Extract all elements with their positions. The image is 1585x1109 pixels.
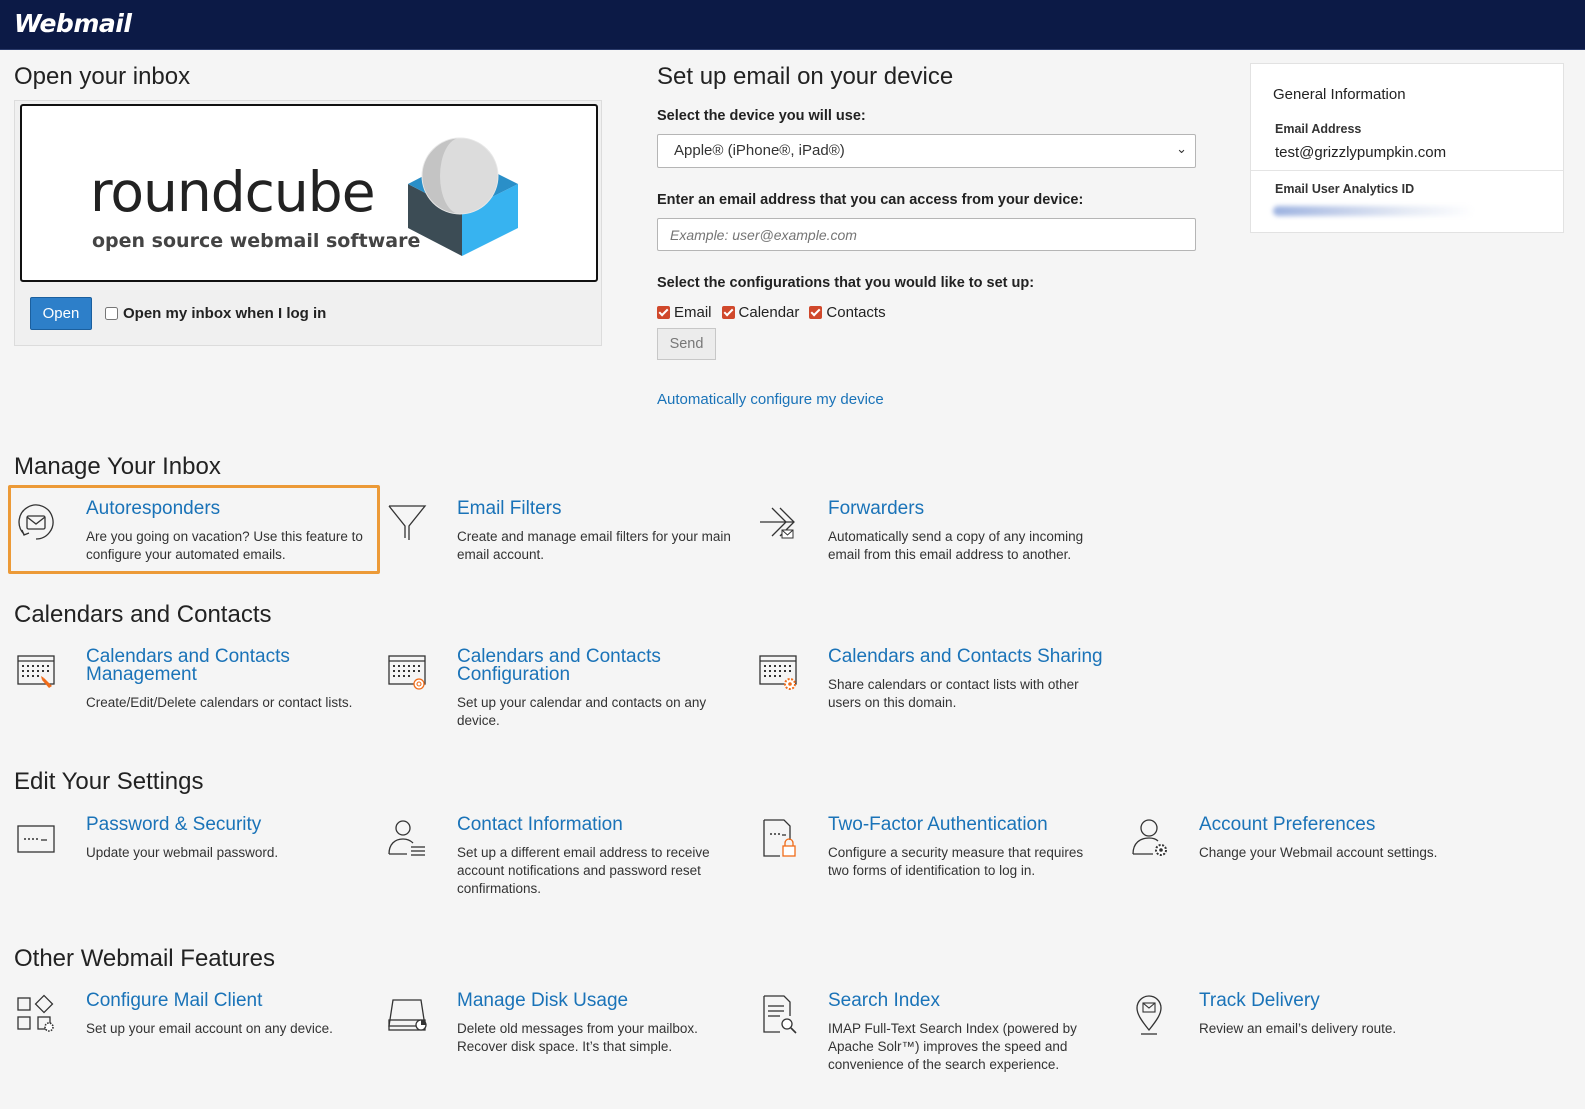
- autoresponders-link[interactable]: Autoresponders: [86, 499, 220, 518]
- map-pin-envelope-icon: [1136, 995, 1162, 1035]
- config-contacts-checkbox[interactable]: [809, 306, 823, 319]
- webmail-logo[interactable]: Webmail: [14, 9, 132, 38]
- setup-device-heading: Set up email on your device: [657, 63, 954, 90]
- roundcube-cube-icon: [408, 137, 518, 256]
- auto-configure-link[interactable]: Automatically configure my device: [657, 391, 884, 408]
- envelope-circle-icon: [18, 504, 54, 540]
- config-contacts-label: Contacts: [826, 304, 886, 321]
- contact-information-desc: Set up a different email address to rece…: [457, 845, 710, 896]
- user-card-icon: [388, 820, 425, 856]
- calendars-sharing-desc: Share calendars or contact lists with ot…: [828, 677, 1079, 710]
- config-calendar-label: Calendar: [738, 304, 800, 321]
- calendar-gear-icon: [759, 655, 797, 690]
- email-address-label: Email Address: [1275, 122, 1362, 136]
- email-filters-link[interactable]: Email Filters: [457, 499, 562, 518]
- forwarders-link[interactable]: Forwarders: [828, 499, 924, 518]
- two-factor-link[interactable]: Two-Factor Authentication: [828, 815, 1048, 834]
- two-factor-desc: Configure a security measure that requir…: [828, 845, 1084, 878]
- device-email-input[interactable]: [657, 218, 1196, 251]
- other-features-heading: Other Webmail Features: [14, 945, 275, 972]
- email-input-label: Enter an email address that you can acce…: [657, 192, 1084, 208]
- edit-settings-heading: Edit Your Settings: [14, 768, 204, 795]
- top-bar: Webmail: [0, 0, 1585, 50]
- send-button[interactable]: Send: [657, 328, 716, 360]
- analytics-id-value-redacted: [1273, 206, 1475, 216]
- config-calendar-checkbox[interactable]: [721, 306, 735, 319]
- hard-drive-icon: [388, 999, 427, 1031]
- funnel-icon: [388, 505, 427, 540]
- configure-mail-client-desc: Set up your email account on any device.: [86, 1021, 333, 1036]
- roundcube-logo-word: roundcube: [90, 160, 376, 224]
- device-select[interactable]: Apple® (iPhone®, iPad®) ⌄: [657, 134, 1196, 168]
- calendars-contacts-heading: Calendars and Contacts: [14, 601, 272, 628]
- forward-arrow-icon: [760, 507, 795, 539]
- apps-grid-icon: [17, 994, 54, 1032]
- email-address-value: test@grizzlypumpkin.com: [1275, 144, 1447, 161]
- track-delivery-desc: Review an email’s delivery route.: [1199, 1021, 1397, 1036]
- account-preferences-desc: Change your Webmail account settings.: [1199, 845, 1438, 860]
- open-inbox-button[interactable]: Open: [30, 297, 92, 330]
- config-label: Select the configurations that you would…: [657, 275, 1035, 291]
- manage-inbox-heading: Manage Your Inbox: [14, 453, 221, 480]
- contact-information-link[interactable]: Contact Information: [457, 815, 623, 834]
- analytics-id-label: Email User Analytics ID: [1275, 182, 1415, 196]
- manage-disk-usage-desc: Delete old messages from your mailbox. Re…: [457, 1021, 698, 1054]
- calendar-edit-icon: [17, 655, 55, 688]
- document-lock-icon: [763, 819, 796, 857]
- open-on-login-checkbox[interactable]: [105, 307, 118, 320]
- config-email-label: Email: [674, 304, 712, 321]
- calendars-configuration-desc: Set up your calendar and contacts on any…: [457, 695, 707, 728]
- password-security-link[interactable]: Password & Security: [86, 815, 261, 834]
- forwarders-desc: Automatically send a copy of any incomin…: [828, 529, 1084, 562]
- open-inbox-panel: roundcube open source webmail software O…: [14, 100, 602, 346]
- general-info-title: General Information: [1273, 86, 1406, 103]
- general-info-panel: General Information Email Address test@g…: [1250, 63, 1564, 233]
- user-gear-icon: [1132, 819, 1167, 856]
- configure-mail-client-link[interactable]: Configure Mail Client: [86, 991, 262, 1010]
- calendars-management-desc: Create/Edit/Delete calendars or contact …: [86, 695, 353, 710]
- config-contacts-option[interactable]: Contacts: [809, 304, 886, 321]
- email-filters-desc: Create and manage email filters for your…: [457, 529, 731, 562]
- open-on-login-label: Open my inbox when I log in: [123, 305, 327, 322]
- account-preferences-link[interactable]: Account Preferences: [1199, 815, 1375, 834]
- roundcube-logo-subtitle: open source webmail software: [92, 230, 421, 252]
- manage-disk-usage-link[interactable]: Manage Disk Usage: [457, 991, 628, 1010]
- config-email-checkbox[interactable]: [657, 306, 670, 319]
- divider: [1251, 170, 1563, 171]
- calendar-at-icon: [388, 655, 426, 690]
- search-index-link[interactable]: Search Index: [828, 991, 940, 1010]
- calendars-management-link[interactable]: Calendars and Contacts Management: [86, 647, 290, 684]
- password-security-desc: Update your webmail password.: [86, 845, 279, 860]
- open-inbox-heading: Open your inbox: [14, 63, 191, 90]
- config-calendar-option[interactable]: Calendar: [721, 304, 800, 321]
- open-on-login-option[interactable]: Open my inbox when I log in: [105, 305, 326, 322]
- search-index-desc: IMAP Full-Text Search Index (powered by A…: [828, 1021, 1077, 1072]
- device-select-value: Apple® (iPhone®, iPad®): [674, 142, 845, 159]
- document-search-icon: [763, 995, 797, 1034]
- config-email-option[interactable]: Email: [657, 304, 712, 321]
- config-checkboxes: Email Calendar Contacts: [657, 304, 886, 321]
- calendars-sharing-link[interactable]: Calendars and Contacts Sharing: [828, 647, 1103, 666]
- autoresponders-desc: Are you going on vacation? Use this feat…: [86, 529, 363, 562]
- roundcube-logo[interactable]: roundcube open source webmail software: [20, 104, 598, 282]
- chevron-down-icon: ⌄: [1176, 141, 1187, 156]
- device-select-label: Select the device you will use:: [657, 108, 866, 124]
- calendars-configuration-link[interactable]: Calendars and Contacts Configuration: [457, 647, 661, 684]
- password-field-icon: [17, 825, 55, 853]
- track-delivery-link[interactable]: Track Delivery: [1199, 991, 1320, 1010]
